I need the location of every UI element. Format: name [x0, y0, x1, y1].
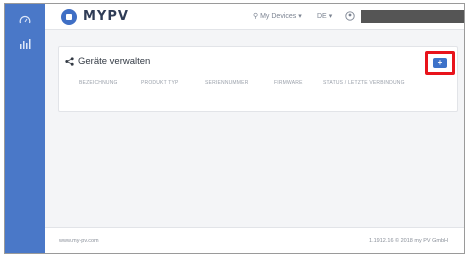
app-window: MYPV ⚲ My Devices ▾ DE ▾ Geräte verwalte… [4, 3, 465, 254]
sidebar [5, 4, 45, 253]
user-name-redacted[interactable] [361, 10, 464, 23]
column-header-serial[interactable]: SERIENNUMMER [205, 80, 249, 86]
my-devices-menu[interactable]: ⚲ My Devices ▾ [253, 12, 302, 20]
devices-panel: Geräte verwalten + BEZEICHNUNG PRODUKT T… [58, 46, 458, 112]
my-devices-label: My Devices [260, 13, 297, 20]
top-bar: MYPV ⚲ My Devices ▾ DE ▾ [45, 4, 464, 30]
share-icon [65, 57, 74, 66]
logo-icon [61, 9, 77, 25]
column-header-name[interactable]: BEZEICHNUNG [79, 80, 118, 86]
logo-text: MYPV [83, 9, 129, 24]
column-header-product-type[interactable]: PRODUKT TYP [141, 80, 179, 86]
column-header-status[interactable]: STATUS / LETZTE VERBINDUNG [323, 80, 405, 86]
bar-chart-icon[interactable] [5, 34, 45, 54]
plug-icon: ⚲ [253, 13, 259, 20]
language-label: DE [317, 13, 327, 20]
chevron-down-icon: ▾ [328, 13, 333, 20]
panel-title-text: Geräte verwalten [78, 56, 151, 67]
panel-title: Geräte verwalten [65, 56, 150, 67]
add-device-highlight: + [425, 51, 455, 75]
language-menu[interactable]: DE ▾ [317, 12, 332, 20]
footer: www.my-pv.com 1.1912.16 © 2018 my PV Gmb… [45, 227, 464, 253]
user-icon[interactable] [345, 11, 355, 21]
add-device-button[interactable]: + [433, 58, 447, 68]
column-header-firmware[interactable]: FIRMWARE [274, 80, 303, 86]
chevron-down-icon: ▾ [298, 13, 302, 20]
footer-version: 1.1912.16 © 2018 my PV GmbH [369, 238, 448, 244]
gauge-icon[interactable] [5, 10, 45, 30]
footer-website-link[interactable]: www.my-pv.com [59, 238, 99, 244]
